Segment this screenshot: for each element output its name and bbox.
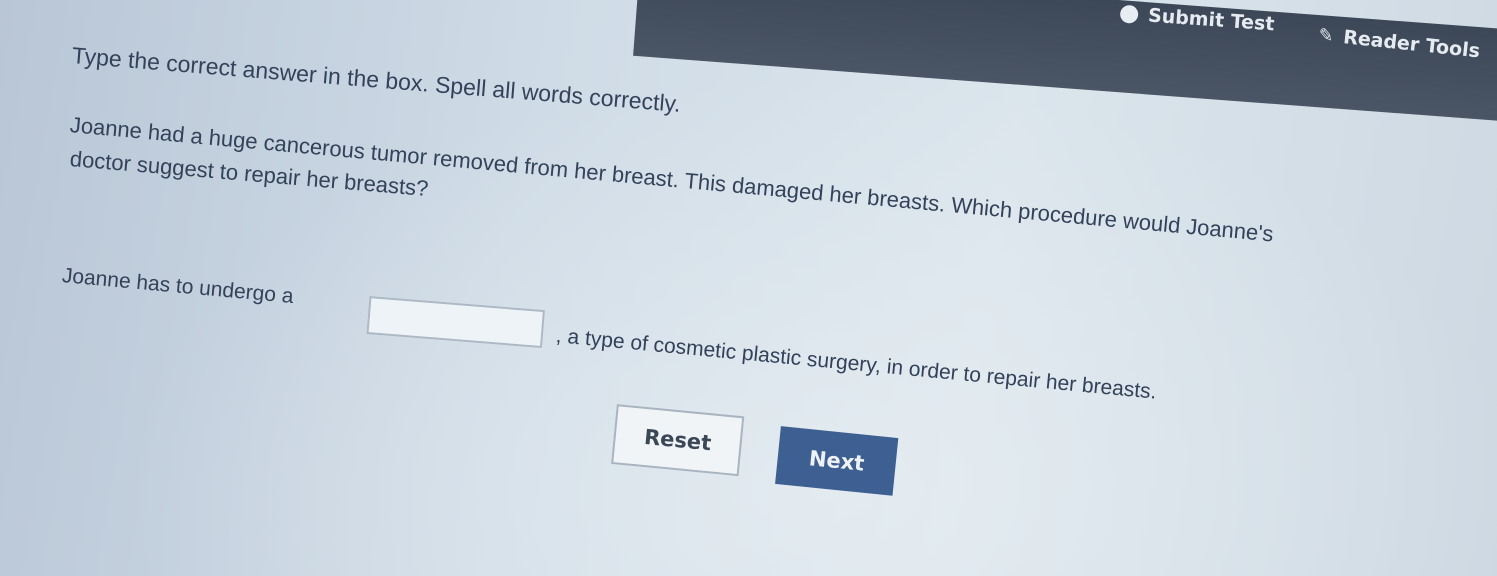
answer-input[interactable] — [366, 296, 545, 349]
reset-button[interactable]: Reset — [611, 404, 745, 477]
question-panel: Type the correct answer in the box. Spel… — [0, 0, 1497, 576]
answer-prefix-text: Joanne has to undergo a — [61, 264, 295, 309]
next-button[interactable]: Next — [775, 426, 899, 496]
instruction-text: Type the correct answer in the box. Spel… — [70, 42, 682, 117]
answer-suffix-text: , a type of cosmetic plastic surgery, in… — [554, 324, 1158, 404]
